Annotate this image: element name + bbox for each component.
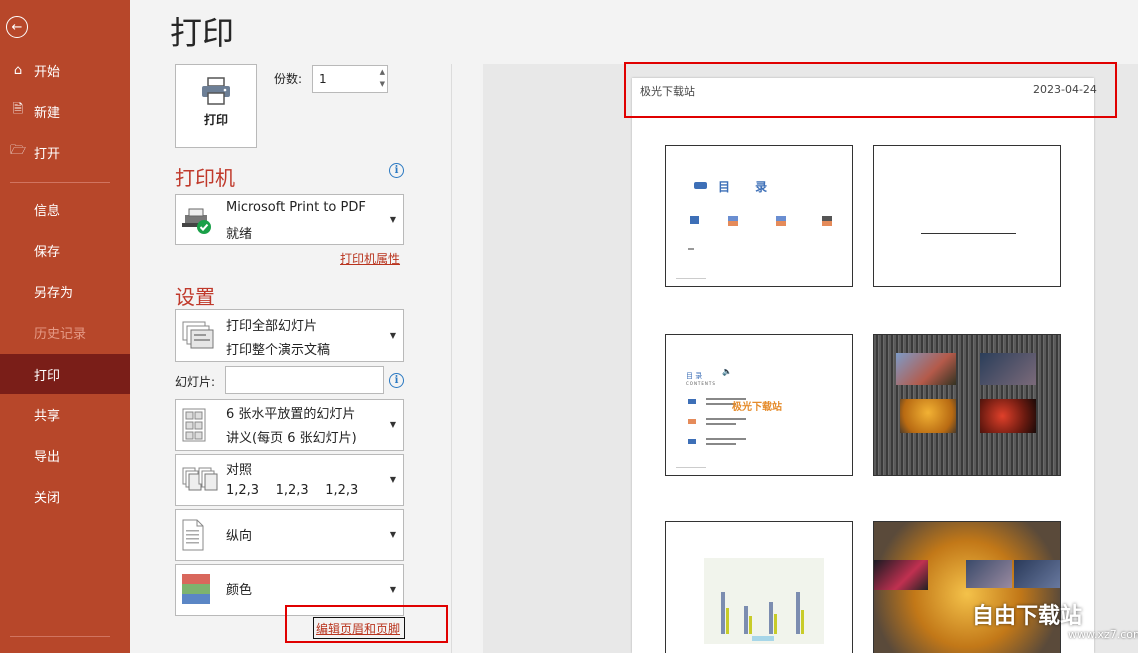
chevron-down-icon: ▼ <box>389 585 396 594</box>
printer-name: Microsoft Print to PDF <box>226 200 366 215</box>
color-label: 颜色 <box>226 583 253 598</box>
speaker-icon: 🔈 <box>722 367 732 376</box>
watermark-text: 自由下载站 <box>972 604 1083 629</box>
photo <box>874 560 928 590</box>
sidebar-item-info[interactable]: 信息 <box>0 189 130 229</box>
slides-range-line2: 打印整个演示文稿 <box>226 343 331 358</box>
chevron-down-icon: ▼ <box>389 420 396 429</box>
sidebar-item-label: 信息 <box>34 203 61 219</box>
sidebar-item-new[interactable]: 🗎 新建 <box>0 91 130 131</box>
info-icon[interactable]: i <box>389 373 404 388</box>
collate-line1: 对照 <box>226 463 253 478</box>
chevron-down-icon: ▼ <box>389 530 396 539</box>
sidebar-item-label: 共享 <box>34 408 61 424</box>
slide-title: 目 录 <box>718 180 768 194</box>
printer-status: 就绪 <box>226 227 253 242</box>
back-arrow-icon[interactable]: ← <box>6 16 28 38</box>
sidebar-item-share[interactable]: 共享 <box>0 394 130 434</box>
all-slides-icon <box>182 321 214 349</box>
photo <box>980 353 1036 385</box>
photo <box>980 399 1036 433</box>
sidebar-item-label: 打印 <box>34 368 61 384</box>
sidebar-item-save-as[interactable]: 另存为 <box>0 271 130 311</box>
printer-heading: 打印机 <box>175 166 235 190</box>
slide-overlay-text: 极光下载站 <box>732 402 782 413</box>
print-button[interactable]: 打印 <box>175 64 257 148</box>
chevron-down-icon: ▼ <box>389 331 396 340</box>
sidebar-divider <box>10 636 110 637</box>
sidebar-item-label: 打开 <box>34 146 61 162</box>
slides-label: 幻灯片: <box>175 375 216 389</box>
printer-dropdown[interactable]: Microsoft Print to PDF 就绪 ▼ <box>175 194 404 245</box>
sidebar-item-save[interactable]: 保存 <box>0 230 130 270</box>
slide-title: 目 录 <box>686 372 703 380</box>
copies-label: 份数: <box>274 72 303 86</box>
printer-ready-icon <box>182 208 211 234</box>
spin-up-icon[interactable]: ▲ <box>380 68 385 76</box>
home-icon: ⌂ <box>13 62 23 78</box>
photo <box>966 560 1012 588</box>
photo <box>896 353 956 385</box>
copies-stepper[interactable]: 1 ▲ ▼ <box>312 65 388 93</box>
sidebar-item-label: 新建 <box>34 105 61 121</box>
layout-line2: 讲义(每页 6 张幻灯片) <box>226 431 357 446</box>
sidebar-item-print[interactable]: 打印 <box>0 354 130 394</box>
handout-layout-icon <box>182 408 206 442</box>
slide-thumbnail <box>873 145 1061 287</box>
new-file-icon: 🗎 <box>12 102 24 117</box>
folder-open-icon: 🗁 <box>10 143 27 158</box>
spin-down-icon[interactable]: ▼ <box>380 80 385 88</box>
backstage-sidebar: ← ⌂ 开始 🗎 新建 🗁 打开 信息 保存 另存为 历史记录 打印 共享 导出… <box>0 0 130 653</box>
orientation-label: 纵向 <box>226 529 253 544</box>
slide-subtitle: CONTENTS <box>686 381 716 386</box>
sidebar-item-home[interactable]: ⌂ 开始 <box>0 50 130 90</box>
chevron-down-icon: ▼ <box>389 215 396 224</box>
collate-line2: 1,2,3 1,2,3 1,2,3 <box>226 483 359 498</box>
slide-thumbnail <box>665 521 853 653</box>
slides-range-line1: 打印全部幻灯片 <box>226 319 318 334</box>
sidebar-divider <box>10 182 110 183</box>
sidebar-item-open[interactable]: 🗁 打开 <box>0 132 130 172</box>
color-icon <box>182 574 210 604</box>
sidebar-item-history: 历史记录 <box>0 312 130 352</box>
copies-value: 1 <box>319 72 327 86</box>
sidebar-item-label: 另存为 <box>34 285 74 301</box>
layout-dropdown[interactable]: 6 张水平放置的幻灯片 讲义(每页 6 张幻灯片) ▼ <box>175 399 404 451</box>
orientation-dropdown[interactable]: 纵向 ▼ <box>175 509 404 561</box>
slides-range-dropdown[interactable]: 打印全部幻灯片 打印整个演示文稿 ▼ <box>175 309 404 362</box>
page-title: 打印 <box>170 14 235 52</box>
highlight-box <box>624 62 1117 118</box>
info-icon[interactable]: i <box>389 163 404 178</box>
sidebar-item-label: 开始 <box>34 64 61 80</box>
collate-icon <box>182 467 218 491</box>
sidebar-item-close[interactable]: 关闭 <box>0 476 130 516</box>
sidebar-item-label: 历史记录 <box>34 326 87 342</box>
slides-input[interactable] <box>225 366 384 394</box>
sidebar-item-label: 关闭 <box>34 490 61 506</box>
slide-thumbnail: 目 录 <box>665 145 853 287</box>
slide-thumbnail <box>873 521 1061 653</box>
portrait-page-icon <box>182 519 204 551</box>
layout-line1: 6 张水平放置的幻灯片 <box>226 407 356 422</box>
photo <box>900 399 956 433</box>
print-button-label: 打印 <box>203 113 228 127</box>
slide-thumbnail: 目 录 CONTENTS 🔈 极光下载站 <box>665 334 853 476</box>
sidebar-item-label: 保存 <box>34 244 61 260</box>
panel-divider <box>451 64 452 653</box>
focus-outline <box>313 617 405 639</box>
slide-thumbnail <box>873 334 1061 476</box>
collate-dropdown[interactable]: 对照 1,2,3 1,2,3 1,2,3 ▼ <box>175 454 404 506</box>
watermark-url: www.xz7.com <box>1068 628 1138 641</box>
printer-icon <box>202 77 230 105</box>
sidebar-item-label: 导出 <box>34 449 61 465</box>
settings-heading: 设置 <box>175 285 215 309</box>
photo <box>1014 560 1060 588</box>
printer-properties-link[interactable]: 打印机属性 <box>340 250 400 267</box>
sidebar-item-export[interactable]: 导出 <box>0 435 130 475</box>
chevron-down-icon: ▼ <box>389 475 396 484</box>
